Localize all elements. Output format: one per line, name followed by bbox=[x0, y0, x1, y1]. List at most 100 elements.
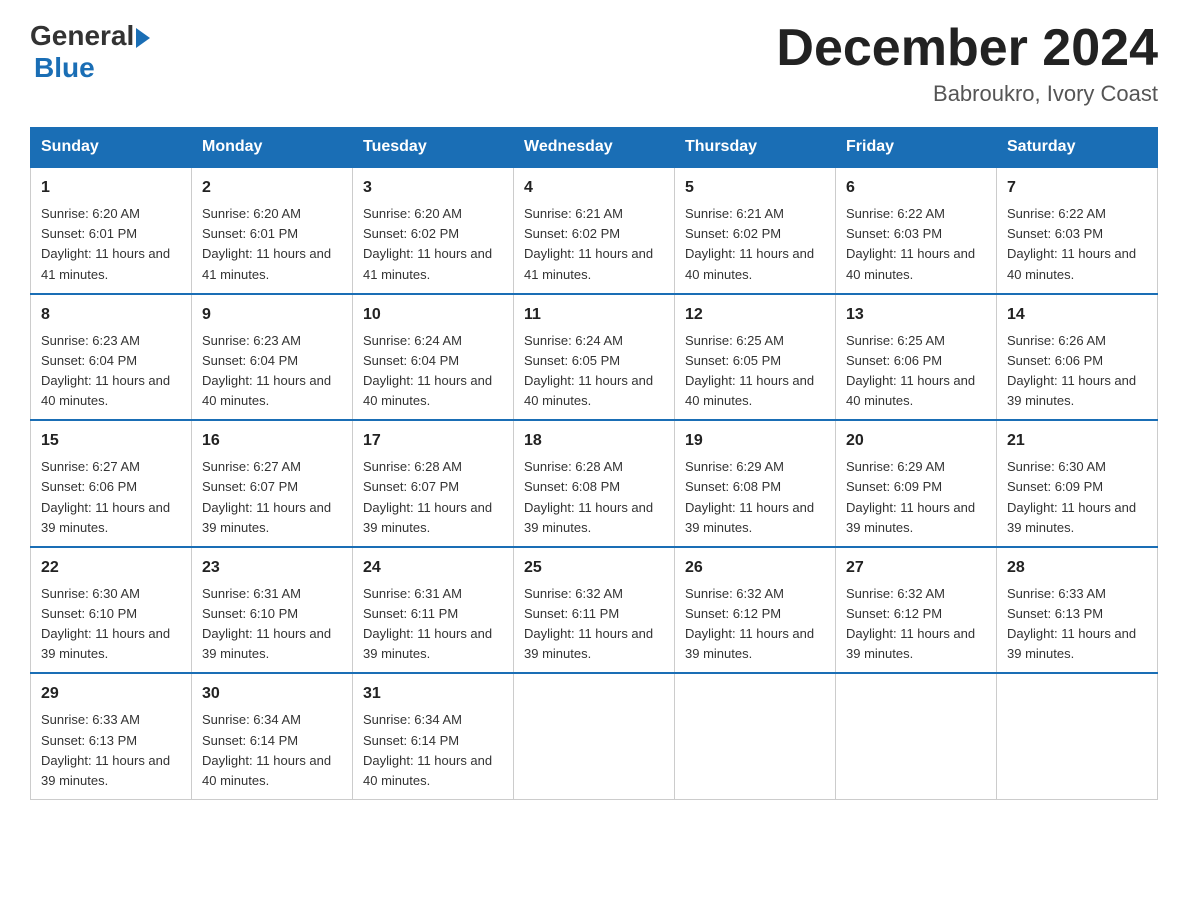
day-info: Sunrise: 6:33 AMSunset: 6:13 PMDaylight:… bbox=[41, 712, 170, 787]
day-number: 6 bbox=[846, 176, 986, 200]
day-info: Sunrise: 6:25 AMSunset: 6:06 PMDaylight:… bbox=[846, 333, 975, 408]
day-info: Sunrise: 6:20 AMSunset: 6:02 PMDaylight:… bbox=[363, 206, 492, 281]
calendar-cell: 4Sunrise: 6:21 AMSunset: 6:02 PMDaylight… bbox=[514, 167, 675, 294]
day-number: 16 bbox=[202, 429, 342, 453]
column-header-friday: Friday bbox=[836, 128, 997, 168]
day-number: 23 bbox=[202, 556, 342, 580]
day-number: 17 bbox=[363, 429, 503, 453]
day-info: Sunrise: 6:20 AMSunset: 6:01 PMDaylight:… bbox=[41, 206, 170, 281]
column-header-thursday: Thursday bbox=[675, 128, 836, 168]
day-info: Sunrise: 6:33 AMSunset: 6:13 PMDaylight:… bbox=[1007, 586, 1136, 661]
calendar-cell bbox=[675, 673, 836, 799]
day-number: 31 bbox=[363, 682, 503, 706]
day-info: Sunrise: 6:21 AMSunset: 6:02 PMDaylight:… bbox=[685, 206, 814, 281]
week-row-5: 29 Sunrise: 6:33 AMSunset: 6:13 PMDayligh… bbox=[31, 673, 1158, 799]
week-row-3: 15 Sunrise: 6:27 AMSunset: 6:06 PMDayligh… bbox=[31, 420, 1158, 547]
calendar-cell: 5 Sunrise: 6:21 AMSunset: 6:02 PMDaylight… bbox=[675, 167, 836, 294]
day-info: Sunrise: 6:24 AMSunset: 6:05 PMDaylight:… bbox=[524, 333, 653, 408]
logo-arrow-icon bbox=[136, 28, 150, 48]
day-info: Sunrise: 6:32 AMSunset: 6:12 PMDaylight:… bbox=[846, 586, 975, 661]
calendar-cell: 22 Sunrise: 6:30 AMSunset: 6:10 PMDayligh… bbox=[31, 547, 192, 674]
day-number: 13 bbox=[846, 303, 986, 327]
calendar-cell: 7 Sunrise: 6:22 AMSunset: 6:03 PMDaylight… bbox=[997, 167, 1158, 294]
day-info: Sunrise: 6:26 AMSunset: 6:06 PMDaylight:… bbox=[1007, 333, 1136, 408]
day-info: Sunrise: 6:30 AMSunset: 6:10 PMDaylight:… bbox=[41, 586, 170, 661]
logo: General Blue bbox=[30, 20, 150, 84]
calendar-cell: 19Sunrise: 6:29 AMSunset: 6:08 PMDayligh… bbox=[675, 420, 836, 547]
day-info: Sunrise: 6:30 AMSunset: 6:09 PMDaylight:… bbox=[1007, 459, 1136, 534]
day-number: 9 bbox=[202, 303, 342, 327]
day-info: Sunrise: 6:27 AMSunset: 6:06 PMDaylight:… bbox=[41, 459, 170, 534]
title-section: December 2024 Babroukro, Ivory Coast bbox=[776, 20, 1158, 107]
day-number: 30 bbox=[202, 682, 342, 706]
calendar-cell bbox=[997, 673, 1158, 799]
day-info: Sunrise: 6:34 AMSunset: 6:14 PMDaylight:… bbox=[363, 712, 492, 787]
calendar-cell: 16Sunrise: 6:27 AMSunset: 6:07 PMDayligh… bbox=[192, 420, 353, 547]
day-info: Sunrise: 6:32 AMSunset: 6:11 PMDaylight:… bbox=[524, 586, 653, 661]
day-info: Sunrise: 6:23 AMSunset: 6:04 PMDaylight:… bbox=[41, 333, 170, 408]
day-number: 24 bbox=[363, 556, 503, 580]
calendar-cell: 24 Sunrise: 6:31 AMSunset: 6:11 PMDayligh… bbox=[353, 547, 514, 674]
day-info: Sunrise: 6:22 AMSunset: 6:03 PMDaylight:… bbox=[1007, 206, 1136, 281]
day-number: 3 bbox=[363, 176, 503, 200]
logo-general-text: General bbox=[30, 20, 134, 52]
day-number: 8 bbox=[41, 303, 181, 327]
calendar-cell: 11 Sunrise: 6:24 AMSunset: 6:05 PMDayligh… bbox=[514, 294, 675, 421]
day-number: 28 bbox=[1007, 556, 1147, 580]
calendar-cell: 10Sunrise: 6:24 AMSunset: 6:04 PMDayligh… bbox=[353, 294, 514, 421]
day-number: 20 bbox=[846, 429, 986, 453]
calendar-cell: 18Sunrise: 6:28 AMSunset: 6:08 PMDayligh… bbox=[514, 420, 675, 547]
month-title: December 2024 bbox=[776, 20, 1158, 77]
calendar-cell: 29 Sunrise: 6:33 AMSunset: 6:13 PMDayligh… bbox=[31, 673, 192, 799]
header-row: SundayMondayTuesdayWednesdayThursdayFrid… bbox=[31, 128, 1158, 168]
day-info: Sunrise: 6:29 AMSunset: 6:09 PMDaylight:… bbox=[846, 459, 975, 534]
calendar-cell: 20 Sunrise: 6:29 AMSunset: 6:09 PMDayligh… bbox=[836, 420, 997, 547]
day-number: 7 bbox=[1007, 176, 1147, 200]
calendar-cell: 2Sunrise: 6:20 AMSunset: 6:01 PMDaylight… bbox=[192, 167, 353, 294]
day-number: 29 bbox=[41, 682, 181, 706]
calendar-cell: 23 Sunrise: 6:31 AMSunset: 6:10 PMDayligh… bbox=[192, 547, 353, 674]
day-number: 26 bbox=[685, 556, 825, 580]
calendar-cell: 15 Sunrise: 6:27 AMSunset: 6:06 PMDayligh… bbox=[31, 420, 192, 547]
calendar-cell: 1Sunrise: 6:20 AMSunset: 6:01 PMDaylight… bbox=[31, 167, 192, 294]
day-info: Sunrise: 6:31 AMSunset: 6:11 PMDaylight:… bbox=[363, 586, 492, 661]
calendar-cell: 14 Sunrise: 6:26 AMSunset: 6:06 PMDayligh… bbox=[997, 294, 1158, 421]
calendar-cell: 30 Sunrise: 6:34 AMSunset: 6:14 PMDayligh… bbox=[192, 673, 353, 799]
column-header-saturday: Saturday bbox=[997, 128, 1158, 168]
week-row-4: 22 Sunrise: 6:30 AMSunset: 6:10 PMDayligh… bbox=[31, 547, 1158, 674]
day-info: Sunrise: 6:28 AMSunset: 6:08 PMDaylight:… bbox=[524, 459, 653, 534]
logo-blue-text: Blue bbox=[34, 52, 95, 84]
calendar-cell: 9 Sunrise: 6:23 AMSunset: 6:04 PMDaylight… bbox=[192, 294, 353, 421]
calendar-cell: 3 Sunrise: 6:20 AMSunset: 6:02 PMDaylight… bbox=[353, 167, 514, 294]
day-info: Sunrise: 6:32 AMSunset: 6:12 PMDaylight:… bbox=[685, 586, 814, 661]
day-number: 5 bbox=[685, 176, 825, 200]
day-info: Sunrise: 6:25 AMSunset: 6:05 PMDaylight:… bbox=[685, 333, 814, 408]
day-info: Sunrise: 6:23 AMSunset: 6:04 PMDaylight:… bbox=[202, 333, 331, 408]
calendar-cell: 27 Sunrise: 6:32 AMSunset: 6:12 PMDayligh… bbox=[836, 547, 997, 674]
calendar-cell: 13 Sunrise: 6:25 AMSunset: 6:06 PMDayligh… bbox=[836, 294, 997, 421]
day-info: Sunrise: 6:20 AMSunset: 6:01 PMDaylight:… bbox=[202, 206, 331, 281]
calendar-cell: 26 Sunrise: 6:32 AMSunset: 6:12 PMDayligh… bbox=[675, 547, 836, 674]
day-info: Sunrise: 6:28 AMSunset: 6:07 PMDaylight:… bbox=[363, 459, 492, 534]
calendar-cell: 31 Sunrise: 6:34 AMSunset: 6:14 PMDayligh… bbox=[353, 673, 514, 799]
day-info: Sunrise: 6:31 AMSunset: 6:10 PMDaylight:… bbox=[202, 586, 331, 661]
column-header-monday: Monday bbox=[192, 128, 353, 168]
day-number: 11 bbox=[524, 303, 664, 327]
calendar-cell bbox=[836, 673, 997, 799]
week-row-1: 1Sunrise: 6:20 AMSunset: 6:01 PMDaylight… bbox=[31, 167, 1158, 294]
day-number: 22 bbox=[41, 556, 181, 580]
day-number: 21 bbox=[1007, 429, 1147, 453]
day-info: Sunrise: 6:29 AMSunset: 6:08 PMDaylight:… bbox=[685, 459, 814, 534]
page-header: General Blue December 2024 Babroukro, Iv… bbox=[30, 20, 1158, 107]
day-number: 15 bbox=[41, 429, 181, 453]
calendar-table: SundayMondayTuesdayWednesdayThursdayFrid… bbox=[30, 127, 1158, 800]
day-number: 10 bbox=[363, 303, 503, 327]
day-info: Sunrise: 6:34 AMSunset: 6:14 PMDaylight:… bbox=[202, 712, 331, 787]
day-number: 14 bbox=[1007, 303, 1147, 327]
calendar-cell: 12Sunrise: 6:25 AMSunset: 6:05 PMDayligh… bbox=[675, 294, 836, 421]
calendar-cell: 17 Sunrise: 6:28 AMSunset: 6:07 PMDayligh… bbox=[353, 420, 514, 547]
day-number: 27 bbox=[846, 556, 986, 580]
day-info: Sunrise: 6:22 AMSunset: 6:03 PMDaylight:… bbox=[846, 206, 975, 281]
location-text: Babroukro, Ivory Coast bbox=[776, 81, 1158, 107]
calendar-cell: 28 Sunrise: 6:33 AMSunset: 6:13 PMDayligh… bbox=[997, 547, 1158, 674]
